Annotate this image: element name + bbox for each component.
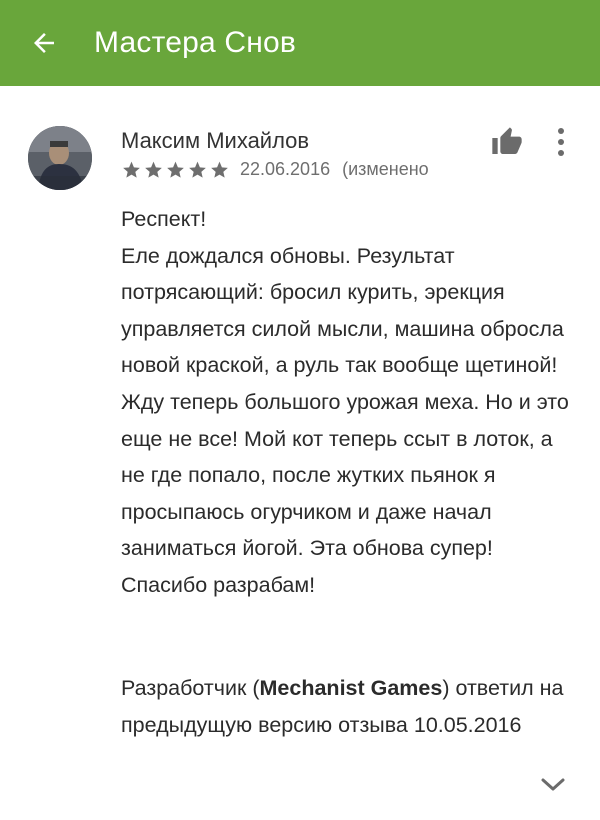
developer-reply: Разработчик (Mechanist Games) ответил на…	[121, 670, 581, 743]
review-date: 22.06.2016	[240, 159, 331, 179]
star-icon	[123, 161, 140, 178]
edited-label: (изменено	[342, 159, 429, 179]
star-icon	[189, 161, 206, 178]
avatar[interactable]	[28, 126, 92, 190]
like-button[interactable]	[487, 122, 527, 162]
avatar-image	[28, 126, 92, 190]
review-card: Максим Михайлов 22.06.2016 (изменено Рес…	[0, 86, 600, 820]
page-title: Мастера Снов	[94, 26, 297, 59]
more-vert-icon	[558, 128, 564, 156]
developer-reply-prefix: Разработчик (	[121, 676, 260, 700]
star-icon	[167, 161, 184, 178]
app-bar: Мастера Снов	[0, 0, 600, 86]
developer-name: Mechanist Games	[259, 676, 443, 700]
review-meta: 22.06.2016 (изменено	[121, 159, 429, 180]
back-button[interactable]	[0, 0, 94, 86]
star-icon	[211, 161, 228, 178]
chevron-down-icon	[541, 778, 565, 791]
review-text: Респект! Еле дождался обновы. Результат …	[121, 207, 569, 597]
review-author: Максим Михайлов	[121, 128, 310, 153]
more-options-button[interactable]	[546, 120, 576, 164]
thumbs-up-icon	[492, 127, 522, 154]
arrow-back-icon	[34, 33, 54, 53]
rating-stars	[121, 160, 230, 180]
expand-reply-button[interactable]	[534, 770, 572, 800]
star-icon	[145, 161, 162, 178]
